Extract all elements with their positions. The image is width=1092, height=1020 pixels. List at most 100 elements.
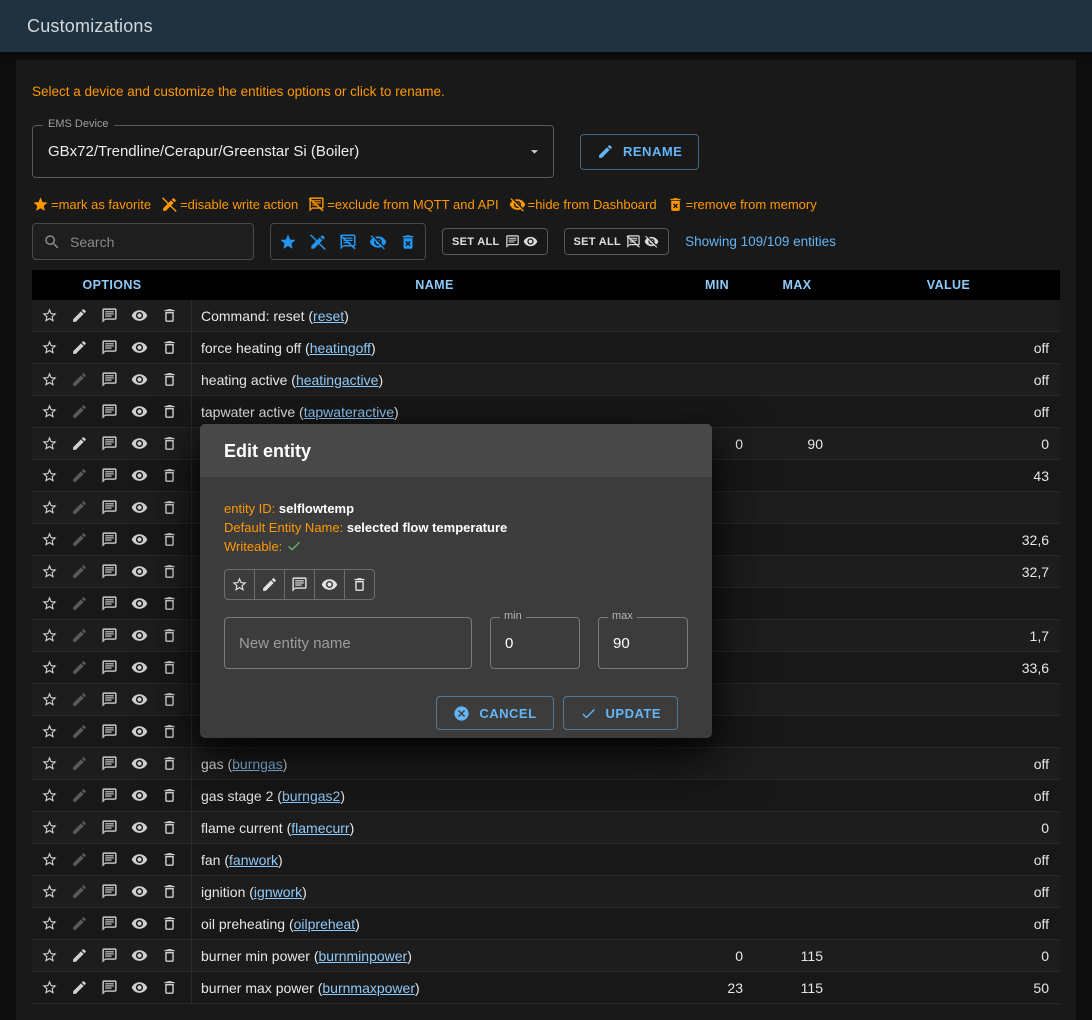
new-entity-name-field[interactable] bbox=[224, 617, 472, 669]
eye-icon[interactable] bbox=[131, 659, 148, 676]
trash-icon[interactable] bbox=[161, 723, 178, 740]
new-entity-name-input[interactable] bbox=[225, 635, 471, 652]
eye-icon[interactable] bbox=[131, 627, 148, 644]
min-field[interactable]: min bbox=[490, 617, 580, 669]
edit-icon[interactable] bbox=[71, 563, 88, 580]
trash-icon[interactable] bbox=[161, 403, 178, 420]
dialog-toggle-comment-button[interactable] bbox=[284, 569, 315, 600]
comment-icon[interactable] bbox=[101, 659, 118, 676]
comment-icon[interactable] bbox=[101, 691, 118, 708]
comment-icon[interactable] bbox=[101, 563, 118, 580]
edit-icon[interactable] bbox=[71, 339, 88, 356]
entity-link[interactable]: burnminpower bbox=[319, 948, 408, 964]
update-button[interactable]: UPDATE bbox=[563, 696, 678, 730]
edit-icon[interactable] bbox=[71, 947, 88, 964]
star-border-icon[interactable] bbox=[41, 307, 58, 324]
entity-link[interactable]: fanwork bbox=[229, 852, 278, 868]
dialog-toggle-edit-button[interactable] bbox=[254, 569, 285, 600]
edit-icon[interactable] bbox=[71, 851, 88, 868]
trash-icon[interactable] bbox=[161, 307, 178, 324]
entity-link[interactable]: burngas2 bbox=[282, 788, 340, 804]
edit-icon[interactable] bbox=[71, 755, 88, 772]
star-border-icon[interactable] bbox=[41, 499, 58, 516]
edit-icon[interactable] bbox=[71, 435, 88, 452]
trash-icon[interactable] bbox=[161, 595, 178, 612]
eye-icon[interactable] bbox=[131, 595, 148, 612]
entity-link[interactable]: reset bbox=[313, 308, 344, 324]
star-border-icon[interactable] bbox=[41, 371, 58, 388]
trash-icon[interactable] bbox=[161, 371, 178, 388]
search-input[interactable] bbox=[70, 234, 243, 250]
trash-icon[interactable] bbox=[161, 755, 178, 772]
max-input[interactable] bbox=[599, 635, 687, 652]
ems-device-select[interactable]: EMS Device GBx72/Trendline/Cerapur/Green… bbox=[32, 125, 554, 178]
star-border-icon[interactable] bbox=[41, 755, 58, 772]
trash-icon[interactable] bbox=[161, 979, 178, 996]
eye-icon[interactable] bbox=[131, 435, 148, 452]
max-field[interactable]: max bbox=[598, 617, 688, 669]
eye-icon[interactable] bbox=[131, 467, 148, 484]
eye-icon[interactable] bbox=[131, 947, 148, 964]
entity-link[interactable]: burngas bbox=[232, 756, 283, 772]
entity-link[interactable]: heatingactive bbox=[296, 372, 379, 388]
star-border-icon[interactable] bbox=[41, 979, 58, 996]
eye-icon[interactable] bbox=[131, 339, 148, 356]
star-border-icon[interactable] bbox=[41, 595, 58, 612]
star-border-icon[interactable] bbox=[41, 627, 58, 644]
eye-icon[interactable] bbox=[131, 915, 148, 932]
comment-icon[interactable] bbox=[101, 979, 118, 996]
comment-icon[interactable] bbox=[101, 819, 118, 836]
trash-icon[interactable] bbox=[161, 851, 178, 868]
edit-icon[interactable] bbox=[71, 787, 88, 804]
star-border-icon[interactable] bbox=[41, 787, 58, 804]
filter-comment-off-button[interactable] bbox=[333, 224, 363, 259]
eye-icon[interactable] bbox=[131, 691, 148, 708]
edit-icon[interactable] bbox=[71, 531, 88, 548]
dialog-toggle-eye-button[interactable] bbox=[314, 569, 345, 600]
star-border-icon[interactable] bbox=[41, 819, 58, 836]
table-row[interactable]: fan (fanwork) off bbox=[32, 844, 1060, 876]
trash-icon[interactable] bbox=[161, 787, 178, 804]
dialog-toggle-star-border-button[interactable] bbox=[224, 569, 255, 600]
table-row[interactable]: ignition (ignwork) off bbox=[32, 876, 1060, 908]
star-border-icon[interactable] bbox=[41, 883, 58, 900]
comment-icon[interactable] bbox=[101, 787, 118, 804]
eye-icon[interactable] bbox=[131, 531, 148, 548]
trash-icon[interactable] bbox=[161, 467, 178, 484]
trash-icon[interactable] bbox=[161, 563, 178, 580]
table-row[interactable]: burner max power (burnmaxpower) 23 115 5… bbox=[32, 972, 1060, 1004]
eye-icon[interactable] bbox=[131, 563, 148, 580]
table-row[interactable]: oil preheating (oilpreheat) off bbox=[32, 908, 1060, 940]
comment-icon[interactable] bbox=[101, 435, 118, 452]
comment-icon[interactable] bbox=[101, 339, 118, 356]
edit-icon[interactable] bbox=[71, 467, 88, 484]
eye-icon[interactable] bbox=[131, 883, 148, 900]
filter-edit-off-button[interactable] bbox=[303, 224, 333, 259]
trash-icon[interactable] bbox=[161, 627, 178, 644]
comment-icon[interactable] bbox=[101, 467, 118, 484]
edit-icon[interactable] bbox=[71, 883, 88, 900]
star-border-icon[interactable] bbox=[41, 531, 58, 548]
table-row[interactable]: gas (burngas) off bbox=[32, 748, 1060, 780]
star-border-icon[interactable] bbox=[41, 915, 58, 932]
trash-icon[interactable] bbox=[161, 339, 178, 356]
dialog-toggle-trash-button[interactable] bbox=[344, 569, 375, 600]
edit-icon[interactable] bbox=[71, 403, 88, 420]
comment-icon[interactable] bbox=[101, 531, 118, 548]
edit-icon[interactable] bbox=[71, 979, 88, 996]
comment-icon[interactable] bbox=[101, 947, 118, 964]
eye-icon[interactable] bbox=[131, 787, 148, 804]
edit-icon[interactable] bbox=[71, 371, 88, 388]
edit-icon[interactable] bbox=[71, 595, 88, 612]
eye-icon[interactable] bbox=[131, 723, 148, 740]
star-border-icon[interactable] bbox=[41, 403, 58, 420]
trash-icon[interactable] bbox=[161, 691, 178, 708]
table-row[interactable]: heating active (heatingactive) off bbox=[32, 364, 1060, 396]
star-border-icon[interactable] bbox=[41, 947, 58, 964]
comment-icon[interactable] bbox=[101, 915, 118, 932]
table-row[interactable]: burner min power (burnminpower) 0 115 0 bbox=[32, 940, 1060, 972]
filter-trash-x-button[interactable] bbox=[393, 224, 423, 259]
eye-icon[interactable] bbox=[131, 755, 148, 772]
comment-icon[interactable] bbox=[101, 595, 118, 612]
trash-icon[interactable] bbox=[161, 819, 178, 836]
